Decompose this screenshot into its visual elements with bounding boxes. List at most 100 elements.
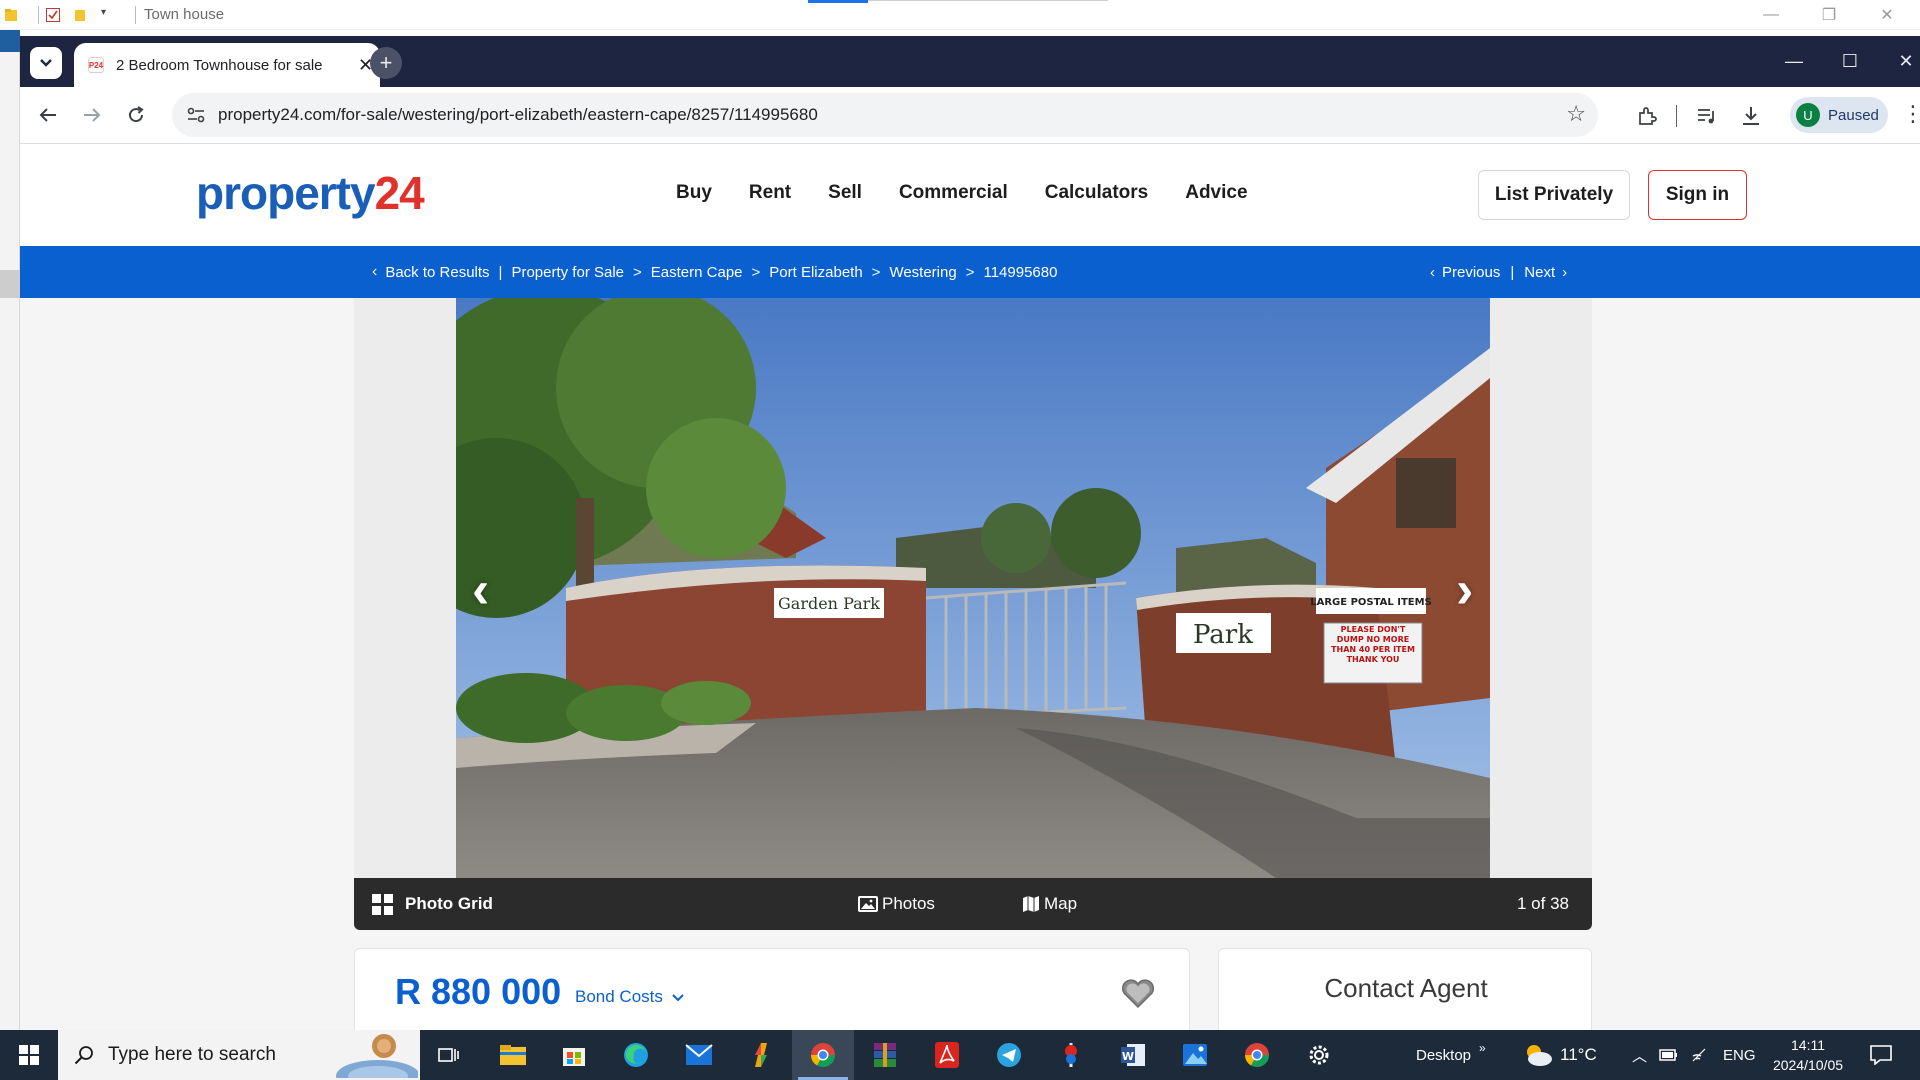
extensions-icon[interactable]: [1632, 101, 1662, 131]
chevron-left-icon[interactable]: ‹: [1430, 264, 1435, 281]
nav-sell[interactable]: Sell: [828, 182, 862, 204]
input-language[interactable]: ENG: [1723, 1047, 1756, 1064]
address-bar[interactable]: property24.com/for-sale/westering/port-e…: [172, 93, 1598, 137]
previous-link[interactable]: Previous: [1442, 264, 1500, 281]
photo-grid-button[interactable]: Photo Grid: [372, 878, 493, 930]
windows-start-icon[interactable]: [0, 1030, 58, 1080]
show-hidden-icons-chevron-up-icon[interactable]: ︿: [1632, 1045, 1647, 1066]
chrome-icon[interactable]: [806, 1038, 840, 1072]
system-clock[interactable]: 14:11 2024/10/05: [1768, 1035, 1848, 1075]
breadcrumb-westering[interactable]: Westering: [889, 264, 956, 281]
folder-icon[interactable]: [4, 7, 18, 23]
favourite-heart-icon[interactable]: [1121, 979, 1155, 1009]
close-icon[interactable]: ✕: [1858, 0, 1916, 30]
photo-counter: 1 of 38: [1517, 894, 1569, 913]
breadcrumb-port-elizabeth[interactable]: Port Elizabeth: [769, 264, 862, 281]
tab-search-button[interactable]: [30, 47, 62, 79]
taskbar-search-box[interactable]: Type here to search: [58, 1030, 420, 1080]
maximize-icon[interactable]: ☐: [1822, 36, 1878, 87]
grid-icon: [372, 893, 393, 915]
edge-browser-icon[interactable]: [619, 1038, 653, 1072]
nav-buy[interactable]: Buy: [676, 182, 712, 204]
winrar-icon[interactable]: [868, 1038, 902, 1072]
bond-costs-link[interactable]: Bond Costs: [575, 987, 684, 1007]
close-icon[interactable]: ✕: [1878, 36, 1920, 87]
back-icon[interactable]: [30, 97, 66, 133]
pinned-app-icon[interactable]: [744, 1038, 778, 1072]
search-placeholder: Type here to search: [108, 1044, 276, 1065]
toolbar-separator: [1676, 105, 1677, 127]
mail-icon[interactable]: [682, 1038, 716, 1072]
nav-commercial[interactable]: Commercial: [899, 182, 1008, 204]
desktop-toolbar[interactable]: Desktop »: [1416, 1030, 1486, 1080]
map-button[interactable]: Map: [1022, 878, 1077, 930]
notifications-icon[interactable]: [1864, 1038, 1898, 1072]
nav-rent[interactable]: Rent: [749, 182, 791, 204]
separator: [38, 5, 39, 24]
chevron-left-icon[interactable]: ‹: [372, 263, 377, 281]
photos-app-icon[interactable]: [1178, 1038, 1212, 1072]
reload-icon[interactable]: [118, 97, 154, 133]
settings-gear-icon[interactable]: [1302, 1038, 1336, 1072]
tab-strip: P24 2 Bedroom Townhouse for sale ✕ + — ☐…: [20, 36, 1920, 87]
tab-property24[interactable]: P24 2 Bedroom Townhouse for sale ✕: [74, 43, 380, 87]
forward-icon[interactable]: [74, 97, 110, 133]
pinned-utility-icon[interactable]: [1054, 1038, 1088, 1072]
download-icon[interactable]: [1736, 101, 1766, 131]
listing-photo[interactable]: Garden Park Park LARGE POSTAL ITEMS PLEA…: [456, 298, 1490, 878]
pager-divider: |: [1510, 263, 1515, 281]
wifi-icon[interactable]: [1691, 1047, 1709, 1063]
nav-advice[interactable]: Advice: [1185, 182, 1247, 204]
desktop-label: Desktop: [1416, 1046, 1472, 1064]
breadcrumb-property-for-sale[interactable]: Property for Sale: [511, 264, 624, 281]
breadcrumb-eastern-cape[interactable]: Eastern Cape: [651, 264, 743, 281]
search-icon: [74, 1046, 93, 1065]
photos-button[interactable]: Photos: [858, 878, 935, 930]
complex-entrance-image: Garden Park Park LARGE POSTAL ITEMS PLEA…: [456, 298, 1490, 878]
tab-indicator: [808, 0, 868, 3]
microsoft-store-icon[interactable]: [557, 1038, 591, 1072]
site-info-icon[interactable]: [178, 97, 214, 133]
customize-dropdown-icon[interactable]: ▾: [101, 7, 115, 23]
image-icon: [858, 896, 878, 912]
minimize-icon[interactable]: —: [1742, 0, 1800, 30]
property24-logo[interactable]: property24: [196, 166, 425, 220]
restore-icon[interactable]: ❐: [1800, 0, 1858, 30]
separator: [135, 5, 136, 24]
list-privately-button[interactable]: List Privately: [1478, 170, 1630, 220]
url-text[interactable]: property24.com/for-sale/westering/port-e…: [218, 105, 818, 125]
browser-toolbar: property24.com/for-sale/westering/port-e…: [20, 87, 1920, 144]
next-link[interactable]: Next: [1524, 264, 1555, 281]
media-controls-icon[interactable]: [1692, 101, 1722, 131]
previous-photo-icon[interactable]: ‹: [472, 560, 489, 620]
file-explorer-icon[interactable]: [496, 1038, 530, 1072]
system-tray: ︿ ENG: [1632, 1030, 1756, 1080]
new-tab-button[interactable]: +: [370, 47, 402, 79]
microsoft-word-icon[interactable]: W: [1116, 1038, 1150, 1072]
new-folder-icon[interactable]: [73, 7, 87, 23]
properties-icon[interactable]: [45, 7, 60, 23]
weather-widget[interactable]: 11°C: [1522, 1030, 1597, 1080]
breadcrumb-separator: >: [751, 263, 761, 281]
battery-icon[interactable]: [1659, 1048, 1679, 1062]
back-to-results-link[interactable]: Back to Results: [385, 264, 489, 281]
adobe-acrobat-icon[interactable]: [930, 1038, 964, 1072]
bookmark-star-icon[interactable]: ☆: [1566, 101, 1586, 127]
telegram-icon[interactable]: [992, 1038, 1026, 1072]
profile-button[interactable]: U Paused: [1790, 97, 1888, 133]
breadcrumb-separator: >: [965, 263, 975, 281]
property24-favicon-icon: P24: [88, 57, 104, 73]
windows-taskbar: Type here to search W Desktop » 11°C ︿ E…: [0, 1030, 1920, 1080]
menu-icon[interactable]: ⋮: [1902, 101, 1920, 127]
chevron-down-icon: [671, 994, 684, 1002]
minimize-icon[interactable]: —: [1766, 36, 1822, 87]
task-view-icon[interactable]: [432, 1038, 466, 1072]
tab-indicator-line: [868, 0, 1108, 1]
bond-costs-label: Bond Costs: [575, 987, 663, 1006]
notice-body: PLEASE DON'T DUMP NO MORE THAN 40 PER IT…: [1331, 625, 1415, 664]
chevron-right-icon[interactable]: ›: [1562, 264, 1567, 281]
sign-in-button[interactable]: Sign in: [1648, 170, 1747, 220]
next-photo-icon[interactable]: ›: [1456, 560, 1473, 620]
nav-calculators[interactable]: Calculators: [1045, 182, 1148, 204]
chrome-profile-icon[interactable]: [1240, 1038, 1274, 1072]
